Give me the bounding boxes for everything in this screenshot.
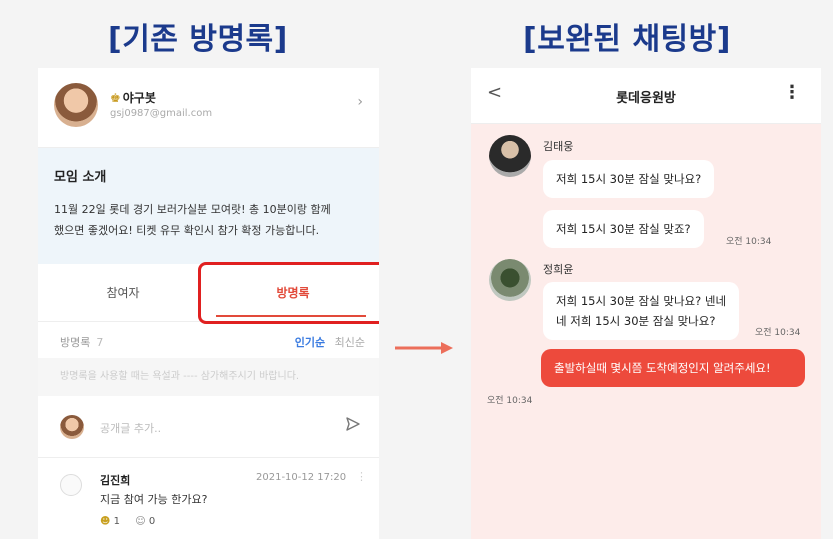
comment-input-row: 공개글 추가.. xyxy=(38,396,379,458)
group-intro: 모임 소개 11월 22일 롯데 경기 보러가실분 모여랏! 총 10분이랑 함… xyxy=(38,148,379,264)
guestbook-count: 7 xyxy=(96,336,104,349)
intro-text: 11월 22일 롯데 경기 보러가실분 모여랏! 총 10분이랑 함께 했으면 … xyxy=(54,203,331,237)
highlight-box xyxy=(198,262,379,324)
right-section-title: [보완된 채팅방] xyxy=(523,22,731,57)
send-icon[interactable] xyxy=(345,416,361,436)
menu-icon[interactable]: ⋮ xyxy=(783,82,801,103)
guestbook-header: 방명록 7 인기순 최신순 xyxy=(38,322,379,358)
like-icon[interactable]: ☻ xyxy=(100,516,110,527)
reaction-icon[interactable]: ☺ xyxy=(135,516,145,527)
message-bubble: 저희 15시 30분 잠실 맞죠? xyxy=(543,210,704,248)
message-time: 오전 10:34 xyxy=(755,328,801,338)
avatar[interactable] xyxy=(489,259,531,301)
intro-title: 모임 소개 xyxy=(54,170,107,185)
guestbook-notice: 방명록을 사용할 때는 욕설과 ---- 삼가해주시기 바랍니다. xyxy=(38,358,379,396)
room-title: 롯데응원방 xyxy=(616,91,676,106)
more-icon[interactable]: ⋮ xyxy=(356,470,367,483)
post-time: 2021-10-12 17:20 xyxy=(256,472,347,483)
chat-room-screen: < 롯데응원방 ⋮ 김태웅 저희 15시 30분 잠실 맞나요? 저희 15시 … xyxy=(471,68,821,539)
post-text: 지금 참여 가능 한가요? xyxy=(100,493,208,506)
profile-name: ♚ 야구봇 xyxy=(110,91,156,105)
crown-icon: ♚ xyxy=(110,91,121,105)
chat-header: < 롯데응원방 ⋮ xyxy=(471,68,821,124)
avatar xyxy=(54,83,98,127)
host-profile[interactable]: ♚ 야구봇 gsj0987@gmail.com › xyxy=(38,68,379,148)
guestbook-screen: ♚ 야구봇 gsj0987@gmail.com › 모임 소개 11월 22일 롯… xyxy=(38,68,379,539)
message-time: 오전 10:34 xyxy=(487,396,533,406)
sender-name: 정희윤 xyxy=(543,263,574,276)
sort-recent[interactable]: 최신순 xyxy=(335,336,365,349)
my-message-bubble: 출발하실때 몇시쯤 도착예정인지 알려주세요! xyxy=(541,349,805,387)
message-bubble: 저희 15시 30분 잠실 맞나요? 넨네 네 저희 15시 30분 잠실 맞나… xyxy=(543,282,740,340)
tab-participants[interactable]: 참여자 xyxy=(38,264,208,322)
list-item: 김진희 2021-10-12 17:20 ⋮ 지금 참여 가능 한가요? ☻ 1… xyxy=(38,458,379,538)
message-bubble: 저희 15시 30분 잠실 맞나요? xyxy=(543,160,715,198)
avatar xyxy=(60,474,82,496)
sort-options: 인기순 최신순 xyxy=(295,334,365,350)
guestbook-title: 방명록 7 xyxy=(60,336,104,349)
comment-input[interactable]: 공개글 추가.. xyxy=(100,420,161,436)
avatar xyxy=(60,415,84,439)
reaction-count: 0 xyxy=(148,516,156,527)
left-section-title: [기존 방명록] xyxy=(108,22,288,57)
post-author: 김진희 xyxy=(100,474,131,487)
sort-popular[interactable]: 인기순 xyxy=(295,336,325,349)
arrow-right-icon xyxy=(395,340,455,354)
profile-email: gsj0987@gmail.com xyxy=(110,108,213,119)
avatar[interactable] xyxy=(489,135,531,177)
post-stats: ☻ 1 ☺ 0 xyxy=(100,516,155,527)
chevron-right-icon[interactable]: › xyxy=(357,94,363,110)
sender-name: 김태웅 xyxy=(543,140,574,153)
message-time: 오전 10:34 xyxy=(726,237,772,247)
like-count: 1 xyxy=(113,516,120,527)
